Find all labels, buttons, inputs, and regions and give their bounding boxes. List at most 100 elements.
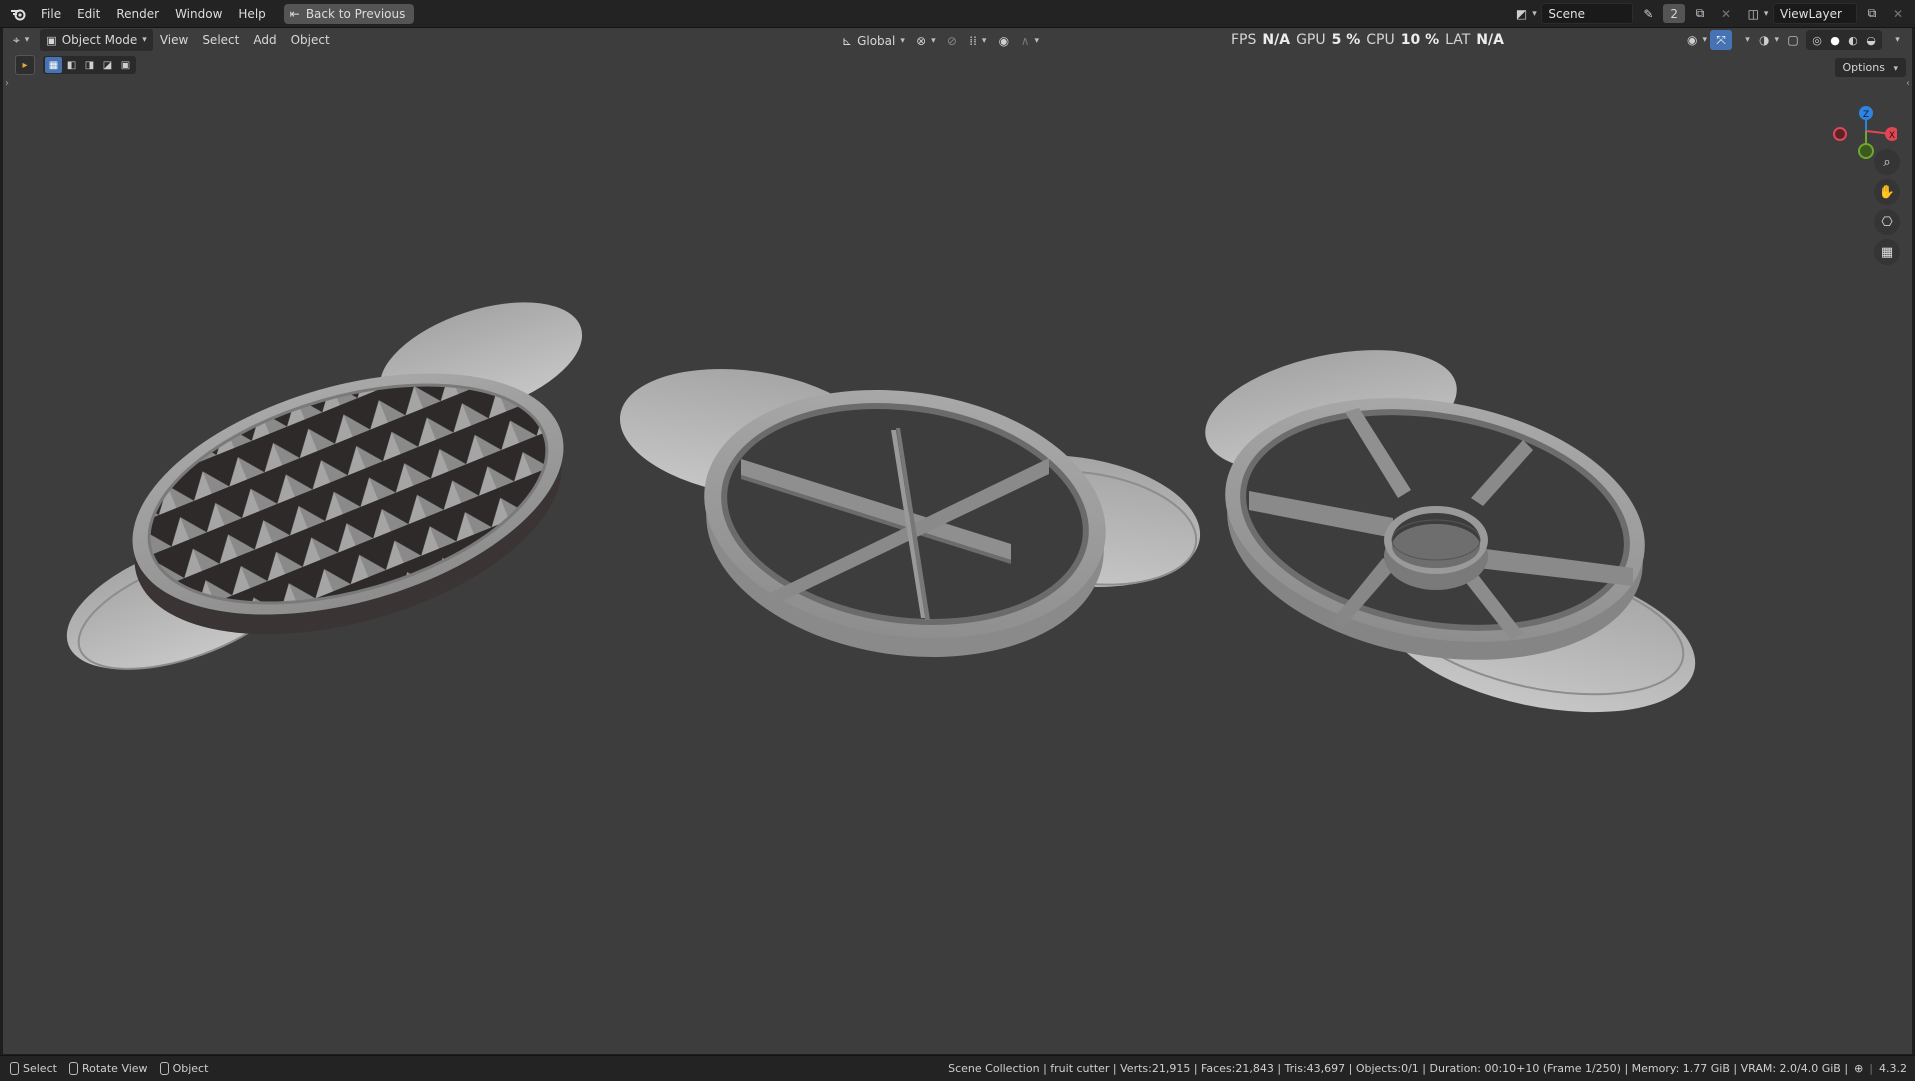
shading-mode-group: ◎ ● ◐ ◒ [1806, 30, 1882, 50]
new-scene-icon[interactable]: ⧉ [1689, 4, 1711, 24]
select-extend-icon[interactable]: ◧ [63, 57, 80, 73]
rendered-shading-icon[interactable]: ◒ [1862, 30, 1880, 50]
solid-shading-icon[interactable]: ● [1826, 30, 1844, 50]
navigation-gizmo[interactable]: Z X [1817, 80, 1897, 160]
pin-icon[interactable]: ✎ [1637, 4, 1659, 24]
gizmo-dropdown-icon[interactable]: ▾ [1734, 30, 1756, 50]
menu-select[interactable]: Select [195, 29, 246, 51]
select-subtract-icon[interactable]: ◨ [81, 57, 98, 73]
model-wedger[interactable] [612, 354, 1209, 682]
axis-z-label: Z [1863, 110, 1869, 120]
shading-dropdown-icon[interactable]: ▾ [1884, 30, 1906, 50]
proportional-edit-icon[interactable]: ◉ [993, 31, 1015, 51]
back-icon: ⇤ [289, 6, 300, 21]
hand-icon[interactable]: ✋ [1874, 179, 1900, 205]
object-mode-label: Object Mode [61, 33, 138, 47]
3d-viewport[interactable]: ⌖ ▾ ▣ Object Mode ▾ View Select Add Objec… [3, 28, 1912, 1054]
xray-icon[interactable]: ▢ [1782, 30, 1804, 50]
delete-view-layer-icon[interactable]: ✕ [1887, 4, 1909, 24]
menu-add[interactable]: Add [246, 29, 283, 51]
wireframe-shading-icon[interactable]: ◎ [1808, 30, 1826, 50]
select-invert-icon[interactable]: ◪ [99, 57, 116, 73]
status-hint-label: Rotate View [81, 1062, 148, 1075]
orientation-label: Global [857, 34, 896, 48]
options-dropdown[interactable]: Options ▾ [1834, 58, 1906, 77]
options-label: Options [1842, 61, 1885, 74]
sidebar-expand-icon[interactable]: ‹ [1906, 78, 1910, 89]
performance-stats: FPS N/A GPU 5 % CPU 10 % LAT N/A [1231, 28, 1504, 52]
axis-neg-x-icon[interactable] [1833, 127, 1847, 141]
fps-value: N/A [1262, 32, 1291, 48]
status-hint-label: Select [23, 1062, 57, 1075]
chevron-down-icon: ▾ [900, 36, 905, 46]
material-shading-icon[interactable]: ◐ [1844, 30, 1862, 50]
select-tool-icon[interactable]: ▸ [15, 55, 35, 75]
object-mode-icon: ▣ [46, 33, 57, 47]
version-label: 4.3.2 [1879, 1062, 1907, 1075]
tool-settings-row: ▸ ▦ ◧ ◨ ◪ ▣ [15, 55, 136, 75]
gpu-value: 5 % [1331, 32, 1361, 48]
snap-target-icon[interactable]: ⁞⁞ ▾ [967, 31, 989, 51]
mouse-middle-icon [68, 1062, 78, 1075]
lat-label: LAT [1445, 32, 1471, 48]
chevron-down-icon: ▾ [142, 35, 147, 45]
menu-object[interactable]: Object [284, 29, 337, 51]
blender-icon[interactable] [0, 3, 33, 25]
view-layer-field[interactable]: ViewLayer [1773, 3, 1857, 24]
menu-file[interactable]: File [33, 3, 69, 25]
zoom-icon[interactable]: ⌕ [1874, 149, 1900, 175]
grid-icon[interactable]: ▦ [1874, 239, 1900, 265]
scene-selector-icon[interactable]: ◩ ▾ [1515, 4, 1537, 24]
fps-label: FPS [1231, 32, 1257, 48]
mouse-right-icon [159, 1062, 169, 1075]
cpu-label: CPU [1366, 32, 1395, 48]
new-view-layer-icon[interactable]: ⧉ [1861, 4, 1883, 24]
select-intersect-icon[interactable]: ▣ [117, 57, 134, 73]
scene-name: Scene [1548, 6, 1585, 21]
axis-y-icon[interactable] [1858, 143, 1874, 159]
scene-name-field[interactable]: Scene [1541, 3, 1634, 24]
gpu-label: GPU [1296, 32, 1326, 48]
view-layer-selector-icon[interactable]: ◫ ▾ [1747, 4, 1769, 24]
cpu-value: 10 % [1400, 32, 1440, 48]
menu-help[interactable]: Help [230, 3, 273, 25]
menu-view[interactable]: View [153, 29, 195, 51]
status-hint-rotate: Rotate View [68, 1062, 148, 1075]
selection-mode-group: ▦ ◧ ◨ ◪ ▣ [43, 56, 136, 74]
status-hint-label: Object [172, 1062, 209, 1075]
lat-value: N/A [1476, 32, 1504, 48]
menu-render[interactable]: Render [108, 3, 167, 25]
pivot-point-icon[interactable]: ⊗ ▾ [915, 31, 937, 51]
scene-users-count[interactable]: 2 [1663, 4, 1685, 23]
network-icon: ⊕ [1854, 1062, 1864, 1075]
menu-edit[interactable]: Edit [69, 3, 108, 25]
menu-window[interactable]: Window [167, 3, 230, 25]
editor-type-icon[interactable]: ⌖ ▾ [3, 29, 36, 51]
falloff-icon[interactable]: ∧ ▾ [1019, 31, 1041, 51]
orientation-icon: ⊾ [842, 34, 853, 48]
gizmo-toggle-icon[interactable]: ⤧ [1710, 30, 1732, 50]
divider: | [1869, 1062, 1873, 1075]
chevron-down-icon: ▾ [1893, 64, 1898, 74]
transform-orientation-dropdown[interactable]: ⊾ Global ▾ [836, 30, 911, 52]
axis-x-label: X [1889, 131, 1895, 141]
toolbar-expand-icon[interactable]: › [5, 78, 9, 89]
snap-toggle-icon[interactable]: ⊘ [941, 31, 963, 51]
visibility-icon[interactable]: ◉ ▾ [1686, 30, 1708, 50]
model-dicer[interactable] [50, 280, 597, 696]
status-hint-object: Object [159, 1062, 209, 1075]
viewport-scene [50, 280, 1709, 738]
top-bar: File Edit Render Window Help ⇤ Back to P… [0, 0, 1915, 28]
object-mode-dropdown[interactable]: ▣ Object Mode ▾ [40, 29, 153, 51]
delete-scene-icon[interactable]: ✕ [1715, 4, 1737, 24]
select-new-icon[interactable]: ▦ [45, 57, 62, 73]
mouse-left-icon [10, 1062, 19, 1075]
status-bar: Select Rotate View Object Scene Collecti… [0, 1055, 1915, 1081]
back-to-previous-button[interactable]: ⇤ Back to Previous [283, 3, 415, 24]
view-layer-name: ViewLayer [1780, 6, 1842, 21]
overlays-icon[interactable]: ◑ ▾ [1758, 30, 1780, 50]
status-hint-select: Select [10, 1062, 57, 1075]
model-apple-slicer[interactable] [1194, 330, 1709, 738]
scene-statistics: Scene Collection | fruit cutter | Verts:… [948, 1062, 1849, 1075]
camera-icon[interactable]: ⎔ [1874, 209, 1900, 235]
